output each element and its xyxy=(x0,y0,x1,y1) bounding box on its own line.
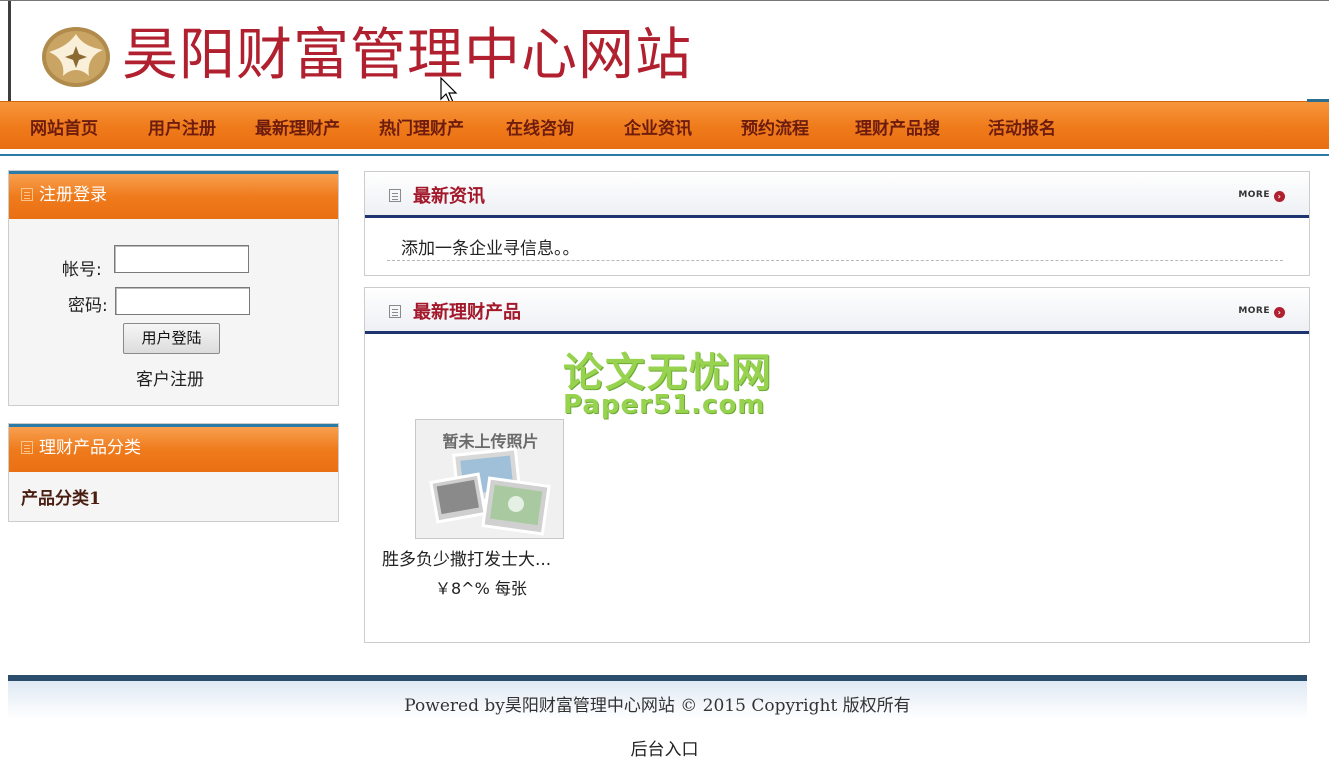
products-panel-title: 最新理财产品 xyxy=(413,302,521,323)
more-label: MORE xyxy=(1238,306,1270,316)
nav-item-company-news[interactable]: 企业资讯 xyxy=(624,114,692,139)
footer: Powered by昊阳财富管理中心网站 © 2015 Copyright 版权… xyxy=(8,675,1307,719)
account-label: 帐号: xyxy=(62,260,102,280)
site-title: 昊阳财富管理中心网站 xyxy=(122,23,692,88)
product-price: ￥8^% 每张 xyxy=(435,579,527,598)
document-icon xyxy=(389,189,401,202)
admin-entry-link[interactable]: 后台入口 xyxy=(0,735,1329,760)
password-input[interactable] xyxy=(115,287,250,315)
watermark-en: Paper51.com xyxy=(563,390,766,420)
nav-item-register[interactable]: 用户注册 xyxy=(148,114,216,139)
main-nav: 网站首页 用户注册 最新理财产 热门理财产 在线咨询 企业资讯 预约流程 理财产… xyxy=(0,99,1329,156)
news-panel-header: 最新资讯 MORE › xyxy=(365,172,1309,218)
customer-register-link[interactable]: 客户注册 xyxy=(136,365,204,390)
category-panel: 理财产品分类 产品分类1 xyxy=(8,423,339,522)
nav-item-home[interactable]: 网站首页 xyxy=(30,114,98,139)
category-item[interactable]: 产品分类1 xyxy=(21,484,101,509)
login-button[interactable]: 用户登陆 xyxy=(123,323,220,354)
news-panel: 最新资讯 MORE › 添加一条企业寻信息。。 xyxy=(364,171,1310,276)
document-icon xyxy=(21,188,33,201)
news-more-link[interactable]: MORE › xyxy=(1238,190,1285,202)
products-panel-header: 最新理财产品 MORE › xyxy=(365,288,1309,334)
nav-underline xyxy=(0,154,1329,156)
nav-item-online-consult[interactable]: 在线咨询 xyxy=(506,114,574,139)
more-label: MORE xyxy=(1238,190,1270,200)
nav-item-product-search[interactable]: 理财产品搜 xyxy=(855,114,940,139)
news-item[interactable]: 添加一条企业寻信息。。 xyxy=(401,234,580,259)
account-input[interactable] xyxy=(114,245,249,273)
nav-item-latest-products[interactable]: 最新理财产 xyxy=(255,114,340,139)
products-more-link[interactable]: MORE › xyxy=(1238,306,1285,318)
header-left-border xyxy=(8,1,11,102)
dashed-divider xyxy=(387,260,1283,261)
login-panel: 注册登录 帐号: 密码: 用户登陆 客户注册 xyxy=(8,170,339,406)
products-panel: 最新理财产品 MORE › 论文无忧网 Paper51.com 暂未上传照片 胜多… xyxy=(364,287,1310,643)
nav-item-booking-process[interactable]: 预约流程 xyxy=(741,114,809,139)
nav-item-hot-products[interactable]: 热门理财产 xyxy=(379,114,464,139)
nav-corner-accent xyxy=(1307,99,1329,102)
product-name[interactable]: 胜多负少撒打发士大... xyxy=(382,545,551,570)
site-header: 昊阳财富管理中心网站 xyxy=(0,0,1329,104)
footer-copyright: Powered by昊阳财富管理中心网站 © 2015 Copyright 版权… xyxy=(404,696,911,716)
compass-emblem-icon xyxy=(42,27,110,87)
document-icon xyxy=(21,441,33,454)
news-panel-title: 最新资讯 xyxy=(413,186,485,207)
category-panel-header: 理财产品分类 xyxy=(9,424,338,472)
password-label: 密码: xyxy=(68,296,108,316)
login-panel-header: 注册登录 xyxy=(9,171,338,219)
document-icon xyxy=(389,305,401,318)
photo-placeholder-icon xyxy=(429,447,551,536)
arrow-right-icon: › xyxy=(1274,307,1285,318)
login-panel-title: 注册登录 xyxy=(39,185,107,205)
arrow-right-icon: › xyxy=(1274,191,1285,202)
nav-item-event-signup[interactable]: 活动报名 xyxy=(988,114,1056,139)
product-thumbnail[interactable]: 暂未上传照片 xyxy=(415,419,564,539)
category-panel-title: 理财产品分类 xyxy=(39,438,141,458)
